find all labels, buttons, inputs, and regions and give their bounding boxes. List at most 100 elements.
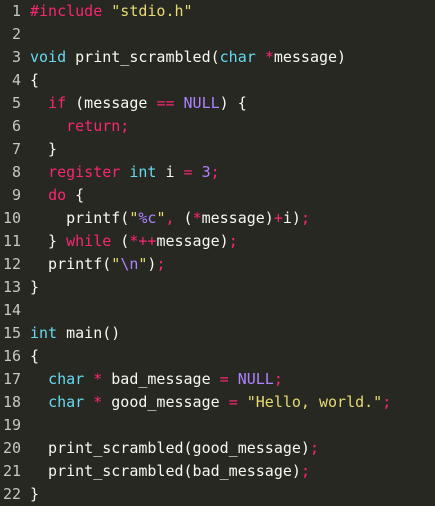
code-token: { [66,186,85,204]
line-number: 20 [2,439,21,457]
code-token: ; [382,393,392,411]
line-number: 15 [2,324,21,342]
code-token: message) [273,48,347,66]
code-token: " [111,255,121,273]
code-text[interactable]: printf("\n"); [30,253,165,276]
line-number: 13 [2,278,21,296]
code-token: ; [273,370,283,388]
code-token: "Hello, world." [246,393,383,411]
line-number: 22 [2,485,21,503]
code-token: message) [156,232,229,250]
code-token: + [273,209,283,227]
code-token: ; [156,255,166,273]
line-number: 21 [2,462,21,480]
code-token: i) [282,209,301,227]
line-number: 7 [11,140,21,158]
code-token: } [30,485,40,503]
line-number: 6 [11,117,21,135]
code-text[interactable]: char * good_message = "Hello, world."; [30,391,391,414]
code-text[interactable]: { [30,69,39,92]
code-token: print_scrambled( [66,48,220,66]
line-number: 2 [11,25,21,43]
code-token: 3 [201,163,211,181]
code-token: good_message [102,393,229,411]
code-token: ; [309,439,319,457]
code-token: char [48,370,85,388]
code-token: NULL [237,370,274,388]
code-token: printf( [30,255,112,273]
code-token: ; [228,232,238,250]
code-token: ( [111,232,130,250]
code-text[interactable]: } [30,138,57,161]
code-editor[interactable]: 1 #include "stdio.h" 2 3 void print_scramble… [0,0,435,504]
code-token: = [183,163,193,181]
code-token: void [30,48,67,66]
line-number: 17 [2,370,21,388]
line-number: 12 [2,255,21,273]
code-token: do [48,186,67,204]
code-token: { [30,347,40,365]
code-text[interactable]: #include "stdio.h" [30,0,193,23]
code-token: * [93,393,103,411]
code-token: * [264,48,274,66]
code-text[interactable]: void print_scrambled(char *message) [30,46,346,69]
line-number: 14 [2,301,21,319]
code-token: , [165,209,184,227]
line-number: 8 [11,163,21,181]
code-token: message) [201,209,274,227]
code-token: == [156,94,175,112]
code-token: = [228,393,238,411]
code-text[interactable]: { [30,345,39,368]
code-token: register [48,163,121,181]
code-token: "stdio.h" [111,2,193,20]
code-token: * [93,370,103,388]
code-token: } [30,278,40,296]
code-token: ; [300,209,310,227]
code-token: *++ [129,232,157,250]
code-token: char [48,393,85,411]
code-token: } [30,232,67,250]
code-text[interactable]: if (message == NULL) { [30,92,247,115]
code-token: while [66,232,112,250]
code-token: } [30,140,58,158]
code-token: main() [57,324,121,342]
line-number: 16 [2,347,21,365]
code-token: return; [66,117,130,135]
code-token: (message [66,94,157,112]
code-text[interactable]: printf("%c", (*message)+i); [30,207,310,230]
code-token: * [192,209,202,227]
code-token: ( [183,209,193,227]
code-text[interactable]: } while (*++message); [30,230,238,253]
code-token: \n [120,255,139,273]
line-number: 18 [2,393,21,411]
code-text[interactable]: print_scrambled(good_message); [30,437,319,460]
line-number: 5 [11,94,21,112]
code-text[interactable]: } [30,276,39,299]
line-number: 4 [11,71,21,89]
code-text[interactable]: register int i = 3; [30,161,220,184]
code-text[interactable]: do { [30,184,84,207]
code-token: char [219,48,256,66]
code-token: int [129,163,157,181]
code-token: NULL [183,94,220,112]
code-text[interactable]: int main() [30,322,120,345]
code-token: ; [300,462,310,480]
line-number: 19 [2,416,21,434]
code-text[interactable]: char * bad_message = NULL; [30,368,283,391]
code-text[interactable]: print_scrambled(bad_message); [30,460,310,483]
code-text[interactable]: } [30,483,39,506]
code-text[interactable]: return; [30,115,129,138]
line-number: 9 [11,186,21,204]
line-number: 1 [11,2,21,20]
